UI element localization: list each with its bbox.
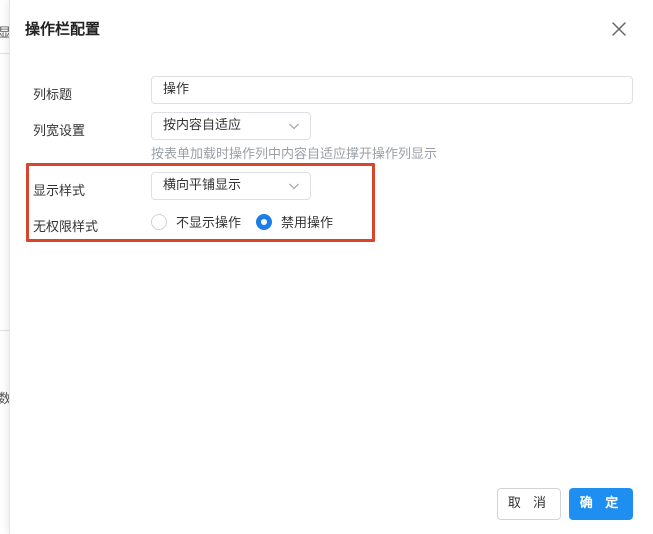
display-style-select[interactable]: 横向平铺显示 — [151, 172, 311, 200]
chevron-down-icon — [289, 123, 299, 130]
radio-unchecked-icon — [151, 213, 167, 230]
radio-checked-icon — [256, 213, 272, 230]
column-width-value: 按内容自适应 — [163, 118, 242, 133]
column-width-label: 列宽设置 — [33, 124, 86, 139]
close-icon — [612, 22, 626, 36]
column-title-input[interactable]: 操作 — [151, 76, 633, 104]
display-style-value: 横向平铺显示 — [163, 178, 242, 193]
display-style-label: 显示样式 — [33, 184, 86, 199]
column-width-hint: 按表单加载时操作列中内容自适应撑开操作列显示 — [151, 147, 438, 162]
dialog-title: 操作栏配置 — [25, 20, 101, 38]
column-title-label: 列标题 — [33, 88, 73, 103]
cancel-button[interactable]: 取 消 — [497, 488, 561, 520]
close-button[interactable] — [607, 17, 631, 41]
column-width-select[interactable]: 按内容自适应 — [151, 112, 311, 140]
radio-label: 不显示操作 — [176, 216, 242, 231]
confirm-button[interactable]: 确 定 — [569, 488, 633, 520]
operation-bar-config-dialog: 操作栏配置 列标题 操作 列宽设置 按内容自适应 按表单加载时操作列中内容自适应… — [9, 0, 653, 534]
chevron-down-icon — [289, 183, 299, 190]
radio-label: 禁用操作 — [281, 216, 334, 231]
radio-disable-operation[interactable]: 禁用操作 — [256, 212, 333, 231]
no-permission-style-label: 无权限样式 — [33, 220, 99, 235]
radio-hide-operation[interactable]: 不显示操作 — [151, 212, 241, 231]
